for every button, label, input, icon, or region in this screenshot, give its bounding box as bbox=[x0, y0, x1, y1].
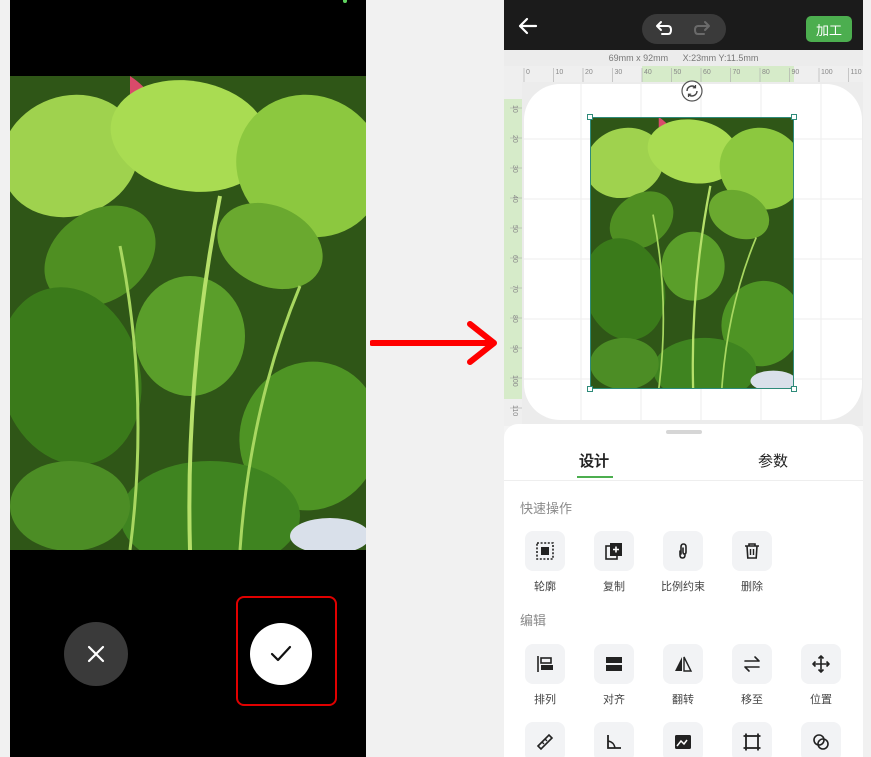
ruler-label: 80 bbox=[762, 69, 770, 76]
active-tab-indicator bbox=[577, 476, 613, 478]
resize-handle-top-right[interactable] bbox=[791, 114, 797, 120]
measure-tool[interactable] bbox=[519, 722, 571, 757]
top-toolbar: 加工 bbox=[504, 0, 863, 50]
process-button[interactable]: 加工 bbox=[806, 16, 852, 42]
resize-handle-bottom-left[interactable] bbox=[587, 386, 593, 392]
ruler-label: 90 bbox=[511, 345, 518, 353]
trace-tool[interactable] bbox=[795, 722, 847, 757]
left-ruler: 10 20 30 40 50 60 70 80 90 100 110 bbox=[504, 82, 522, 426]
ruler-label: 50 bbox=[674, 69, 682, 76]
tab-parameters[interactable]: 参数 bbox=[758, 450, 788, 471]
image-edit-tool[interactable] bbox=[657, 722, 709, 757]
trace-icon bbox=[813, 734, 829, 750]
arrange-tool[interactable]: 排列 bbox=[519, 644, 571, 707]
flip-icon bbox=[675, 656, 693, 672]
ruler-label: 40 bbox=[644, 69, 652, 76]
ruler-label: 30 bbox=[615, 69, 623, 76]
ruler-label: 110 bbox=[511, 405, 518, 416]
ruler-label: 110 bbox=[851, 69, 862, 76]
aspect-lock-tool[interactable]: 比例约束 bbox=[657, 531, 709, 594]
resize-handle-top-left[interactable] bbox=[587, 114, 593, 120]
outline-tool[interactable]: 轮廓 bbox=[519, 531, 571, 594]
delete-tool[interactable]: 删除 bbox=[726, 531, 778, 594]
status-indicator bbox=[343, 0, 347, 3]
ruler-label: 90 bbox=[792, 69, 800, 76]
captured-photo bbox=[10, 76, 366, 550]
camera-preview-screen bbox=[10, 0, 366, 757]
tab-divider bbox=[504, 480, 863, 481]
resize-handle-bottom-right[interactable] bbox=[791, 386, 797, 392]
ruler-label: 100 bbox=[511, 375, 518, 387]
position-text: X:23mm Y:11.5mm bbox=[682, 53, 759, 63]
image-edit-icon bbox=[675, 735, 691, 749]
dimension-readout: 69mm x 92mm X:23mm Y:11.5mm bbox=[504, 50, 863, 66]
ruler-label: 60 bbox=[511, 255, 518, 263]
crop-tool[interactable] bbox=[726, 722, 778, 757]
close-icon bbox=[87, 645, 105, 663]
arrange-icon bbox=[537, 656, 553, 672]
move-to-icon bbox=[744, 656, 760, 672]
ruler-label: 10 bbox=[556, 69, 564, 76]
section-edit: 编辑 bbox=[520, 613, 547, 628]
align-tool[interactable]: 对齐 bbox=[588, 644, 640, 707]
ruler-label: 10 bbox=[511, 105, 518, 113]
ruler-label: 20 bbox=[585, 69, 593, 76]
confirm-button[interactable] bbox=[250, 623, 312, 685]
arrow-right-icon bbox=[370, 321, 497, 365]
confirm-highlight bbox=[236, 596, 337, 706]
redo-icon[interactable] bbox=[692, 18, 714, 40]
undo-icon[interactable] bbox=[652, 18, 674, 40]
panel-drag-handle[interactable] bbox=[666, 430, 702, 434]
angle-tool[interactable] bbox=[588, 722, 640, 757]
ruler-label: 40 bbox=[511, 195, 518, 203]
crop-icon bbox=[743, 733, 761, 751]
undo-redo-group bbox=[642, 14, 726, 44]
flip-tool[interactable]: 翻转 bbox=[657, 644, 709, 707]
rotate-icon[interactable] bbox=[680, 79, 704, 103]
ruler-label: 30 bbox=[511, 165, 518, 173]
link-icon bbox=[679, 543, 687, 559]
selected-image[interactable] bbox=[590, 117, 794, 389]
move-to-tool[interactable]: 移至 bbox=[726, 644, 778, 707]
trash-icon bbox=[745, 543, 759, 559]
cancel-button[interactable] bbox=[64, 622, 128, 686]
check-icon bbox=[270, 645, 292, 662]
section-quick-ops: 快速操作 bbox=[520, 501, 573, 516]
ruler-icon bbox=[536, 733, 554, 751]
editor-screen: 加工 69mm x 92mm X:23mm Y:11.5mm 0 10 20 30 40… bbox=[504, 0, 863, 757]
tab-design[interactable]: 设计 bbox=[579, 450, 609, 471]
ruler-label: 20 bbox=[511, 135, 518, 143]
ruler-label: 80 bbox=[511, 315, 518, 323]
copy-tool[interactable]: 复制 bbox=[588, 531, 640, 594]
position-icon bbox=[812, 655, 830, 673]
ruler-label: 70 bbox=[511, 285, 518, 293]
ruler-label: 70 bbox=[733, 69, 741, 76]
size-text: 69mm x 92mm bbox=[608, 53, 669, 63]
ruler-label: 50 bbox=[511, 225, 518, 233]
align-icon bbox=[606, 657, 622, 671]
angle-icon bbox=[607, 735, 621, 749]
back-arrow-icon[interactable] bbox=[516, 14, 540, 38]
position-tool[interactable]: 位置 bbox=[795, 644, 847, 707]
ruler-label: 60 bbox=[703, 69, 711, 76]
copy-icon bbox=[605, 543, 622, 560]
tool-panel: 设计 参数 快速操作 轮廓 复制 比例约束 删除 编辑 排列 对齐 翻转 移至 … bbox=[504, 424, 863, 757]
outline-icon bbox=[536, 542, 554, 560]
ruler-label: 100 bbox=[821, 69, 833, 76]
ruler-label: 0 bbox=[526, 69, 530, 76]
